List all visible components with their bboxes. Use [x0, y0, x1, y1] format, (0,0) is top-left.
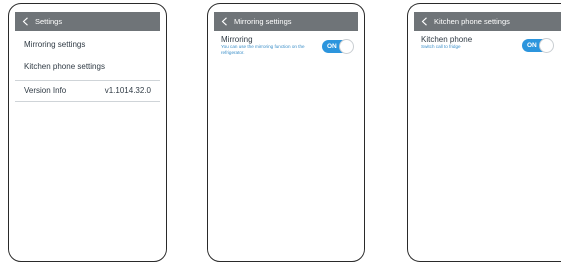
- back-button[interactable]: [15, 12, 35, 31]
- title-bar: Settings: [15, 12, 160, 31]
- chevron-left-icon: [421, 17, 427, 26]
- setting-description: You can use the mirroring function on th…: [221, 44, 305, 55]
- title-bar: Kitchen phone settings: [414, 12, 561, 31]
- version-label: Version Info: [24, 86, 67, 95]
- mirroring-content: Mirroring You can use the mirroring func…: [214, 31, 358, 56]
- mirroring-toggle[interactable]: ON: [322, 39, 354, 54]
- phone-screen-settings: Settings Mirroring settings Kitchen phon…: [8, 3, 167, 262]
- version-info-row: Version Info v1.1014.32.0: [15, 81, 160, 101]
- mirroring-setting-row: Mirroring You can use the mirroring func…: [214, 31, 358, 56]
- toggle-knob: [339, 39, 354, 54]
- page-title: Settings: [35, 17, 63, 26]
- page-title: Mirroring settings: [234, 17, 292, 26]
- back-button[interactable]: [414, 12, 434, 31]
- kitchen-phone-content: Kitchen phone Switch call to fridge ON: [414, 31, 561, 53]
- back-button[interactable]: [214, 12, 234, 31]
- divider: [15, 101, 160, 102]
- setting-description: Switch call to fridge: [421, 44, 461, 49]
- toggle-label: ON: [527, 42, 537, 49]
- phone-screen-mirroring-settings: Mirroring settings Mirroring You can use…: [207, 3, 365, 262]
- kitchen-phone-toggle[interactable]: ON: [522, 38, 554, 53]
- toggle-knob: [539, 38, 554, 53]
- menu-item-kitchen-phone-settings[interactable]: Kitchen phone settings: [15, 57, 160, 77]
- chevron-left-icon: [22, 17, 28, 26]
- settings-list: Mirroring settings Kitchen phone setting…: [15, 31, 160, 102]
- chevron-left-icon: [221, 17, 227, 26]
- page-title: Kitchen phone settings: [434, 17, 510, 26]
- phone-screen-kitchen-phone-settings: Kitchen phone settings Kitchen phone Swi…: [407, 3, 561, 262]
- title-bar: Mirroring settings: [214, 12, 358, 31]
- menu-item-mirroring-settings[interactable]: Mirroring settings: [15, 35, 160, 55]
- kitchen-phone-setting-row: Kitchen phone Switch call to fridge ON: [414, 31, 561, 53]
- version-value: v1.1014.32.0: [104, 86, 151, 95]
- toggle-label: ON: [327, 43, 337, 50]
